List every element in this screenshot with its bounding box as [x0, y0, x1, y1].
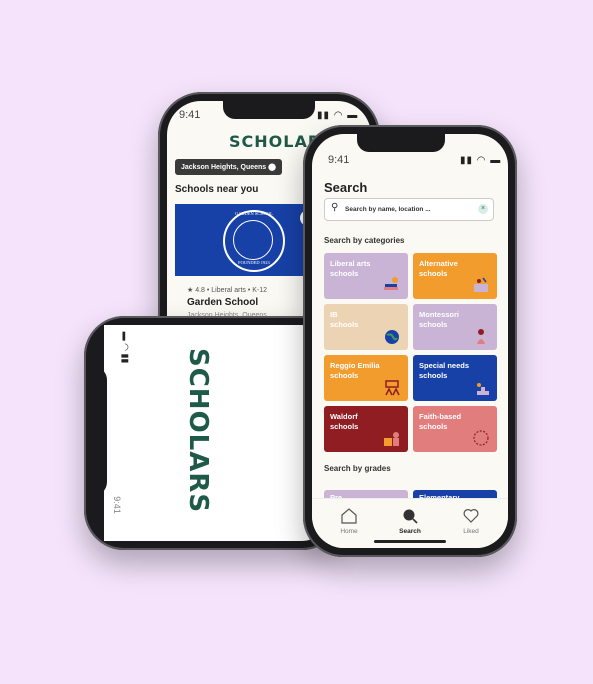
status-icons: ▮▮ ◠ ▬	[317, 110, 359, 121]
box-illustration-icon	[474, 277, 488, 292]
location-label: Jackson Heights, Queens	[181, 164, 267, 171]
search-field[interactable]: ⚲ ×	[324, 198, 494, 221]
grades-title: Search by grades	[324, 464, 391, 473]
tab-bar: Home Search Liked	[312, 498, 508, 548]
phone-front: 9:41 ▮▮ ◠ ▬ Search ⚲ × Search by categor…	[303, 125, 517, 557]
category-montessori[interactable]: Montessori schools	[413, 304, 497, 350]
category-waldorf[interactable]: Waldorf schools	[324, 406, 408, 452]
category-label: Waldorf schools	[330, 412, 359, 431]
notch	[93, 366, 107, 496]
craft-illustration-icon	[385, 380, 400, 396]
tab-search[interactable]: Search	[385, 507, 435, 535]
location-pill[interactable]: Jackson Heights, Queens ⬤	[175, 159, 282, 175]
search-input[interactable]	[345, 203, 465, 215]
tab-label: Home	[340, 528, 358, 535]
notch	[223, 101, 315, 119]
status-icons: ▬ ◠ ▮▮	[120, 331, 131, 364]
seal-bottom-text: FOUNDED 1923	[238, 260, 270, 265]
books-illustration-icon	[384, 277, 398, 290]
seal-top-text: GARDEN SCHOOL	[235, 211, 273, 216]
pin-icon: ⬤	[268, 164, 276, 171]
page-title: Search	[324, 180, 368, 195]
school-name[interactable]: Garden School	[187, 297, 258, 308]
clear-icon[interactable]: ×	[478, 204, 488, 214]
category-liberal-arts[interactable]: Liberal arts schools	[324, 253, 408, 299]
tab-label: Search	[399, 528, 421, 535]
category-label: Faith-based schools	[419, 412, 462, 431]
school-rating-line: ★ 4.8 • Liberal arts • K-12	[187, 287, 268, 294]
wreath-illustration-icon	[473, 430, 489, 446]
child-illustration-icon	[477, 329, 485, 344]
category-label: IB schools	[330, 310, 359, 329]
search-icon: ⚲	[331, 202, 339, 213]
search-screen: 9:41 ▮▮ ◠ ▬ Search ⚲ × Search by categor…	[312, 134, 508, 548]
category-ib[interactable]: IB schools	[324, 304, 408, 350]
notch	[357, 134, 445, 152]
home-indicator	[374, 540, 446, 543]
status-time: 9:41	[111, 496, 122, 514]
search-icon	[403, 509, 418, 524]
status-time: 9:41	[179, 109, 201, 121]
categories-title: Search by categories	[324, 236, 405, 245]
seal-crest	[233, 220, 273, 260]
tab-liked[interactable]: Liked	[446, 507, 496, 535]
school-seal: GARDEN SCHOOL FOUNDED 1923	[223, 210, 285, 272]
heart-icon	[463, 509, 479, 523]
stairs-illustration-icon	[473, 383, 489, 395]
tab-label: Liked	[463, 528, 479, 535]
category-label: Liberal arts schools	[330, 259, 371, 278]
category-label: Special needs schools	[419, 361, 470, 380]
category-alternative[interactable]: Alternative schools	[413, 253, 497, 299]
category-special-needs[interactable]: Special needs schools	[413, 355, 497, 401]
category-label: Reggio Emilia schools	[330, 361, 380, 380]
home-icon	[341, 508, 357, 524]
category-label: Alternative schools	[419, 259, 458, 278]
section-title: Schools near you	[175, 184, 259, 195]
school-card-image[interactable]: GARDEN SCHOOL FOUNDED 1923 ⇪	[175, 204, 316, 276]
status-icons: ▮▮ ◠ ▬	[460, 155, 502, 166]
painter-illustration-icon	[384, 432, 399, 446]
tab-home[interactable]: Home	[324, 507, 374, 535]
category-faith-based[interactable]: Faith-based schools	[413, 406, 497, 452]
status-time: 9:41	[328, 154, 350, 166]
splash-screen: SCHOLARS	[104, 325, 333, 541]
category-label: Montessori schools	[419, 310, 460, 329]
category-reggio-emilia[interactable]: Reggio Emilia schools	[324, 355, 408, 401]
globe-illustration-icon	[385, 330, 399, 344]
